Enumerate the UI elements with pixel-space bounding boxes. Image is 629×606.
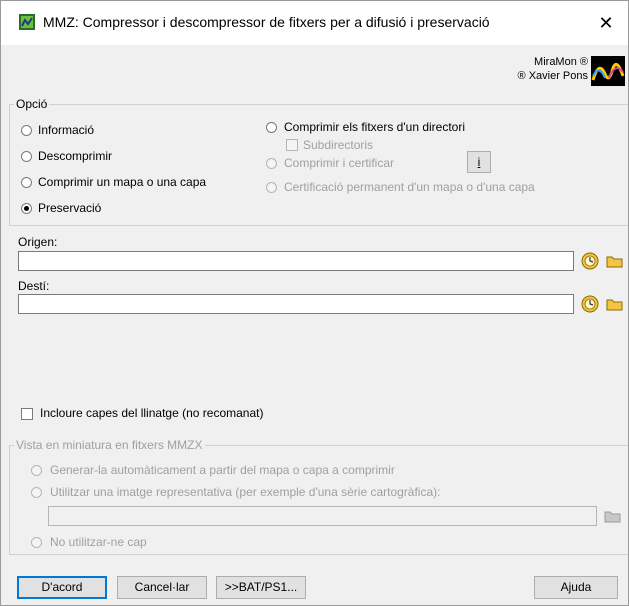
radio-preservacio[interactable] (21, 203, 32, 214)
brand-line2: ® Xavier Pons (517, 70, 588, 82)
origin-history-icon[interactable] (580, 251, 600, 271)
option-group-legend: Opció (14, 97, 50, 111)
subdirectoris-checkbox[interactable] (286, 139, 298, 151)
thumbnail-folder-icon[interactable] (603, 506, 623, 526)
option-label-comprimir-directori: Comprimir els fitxers d'un directori (284, 120, 466, 134)
origin-folder-icon[interactable] (605, 251, 625, 271)
destination-label: Destí: (18, 279, 50, 293)
radio-descomprimir[interactable] (21, 151, 32, 162)
radio-imatge-representativa[interactable] (31, 487, 42, 498)
radio-comprimir-mapa[interactable] (21, 177, 32, 188)
info-button[interactable]: i (467, 151, 491, 173)
thumbnail-image-input[interactable] (48, 506, 597, 526)
subdirectoris-label: Subdirectoris (303, 138, 374, 152)
bat-ps1-button[interactable]: >>BAT/PS1... (216, 576, 306, 599)
origin-input[interactable] (18, 251, 574, 271)
option-label-informacio: Informació (38, 123, 95, 137)
close-button[interactable]: ✕ (584, 1, 628, 45)
option-label-comprimir-certificar: Comprimir i certificar (284, 156, 395, 170)
lineage-checkbox[interactable] (21, 408, 33, 420)
app-icon (19, 14, 35, 30)
thumbnail-option-label-1: Generar-la automàticament a partir del m… (50, 463, 395, 477)
thumbnail-group-legend: Vista en miniatura en fitxers MMZX (14, 438, 205, 452)
window-title: MMZ: Compressor i descompressor de fitxe… (43, 14, 490, 30)
title-bar: MMZ: Compressor i descompressor de fitxe… (1, 1, 628, 45)
close-icon: ✕ (598, 13, 614, 33)
radio-certificacio-permanent[interactable] (266, 182, 277, 193)
option-label-preservacio: Preservació (38, 201, 102, 215)
thumbnail-option-label-3: No utilitzar-ne cap (50, 535, 147, 549)
radio-informacio[interactable] (21, 125, 32, 136)
miramon-logo-icon (591, 56, 625, 86)
brand-line1: MiraMon ® (534, 56, 588, 68)
radio-comprimir-directori[interactable] (266, 122, 277, 133)
option-label-comprimir-mapa: Comprimir un mapa o una capa (38, 175, 207, 189)
radio-generar-automatic[interactable] (31, 465, 42, 476)
option-label-certificacio-permanent: Certificació permanent d'un mapa o d'una… (284, 180, 535, 194)
thumbnail-option-label-2: Utilitzar una imatge representativa (per… (50, 485, 441, 499)
radio-no-utilitzar[interactable] (31, 537, 42, 548)
ok-button[interactable]: D'acord (17, 576, 107, 599)
origin-label: Origen: (18, 235, 58, 249)
radio-comprimir-certificar[interactable] (266, 158, 277, 169)
lineage-label: Incloure capes del llinatge (no recomana… (40, 406, 264, 420)
dialog-window: MMZ: Compressor i descompressor de fitxe… (0, 0, 629, 606)
cancel-button[interactable]: Cancel·lar (117, 576, 207, 599)
help-button[interactable]: Ajuda (534, 576, 618, 599)
option-label-descomprimir: Descomprimir (38, 149, 113, 163)
destination-history-icon[interactable] (580, 294, 600, 314)
destination-input[interactable] (18, 294, 574, 314)
destination-folder-icon[interactable] (605, 294, 625, 314)
